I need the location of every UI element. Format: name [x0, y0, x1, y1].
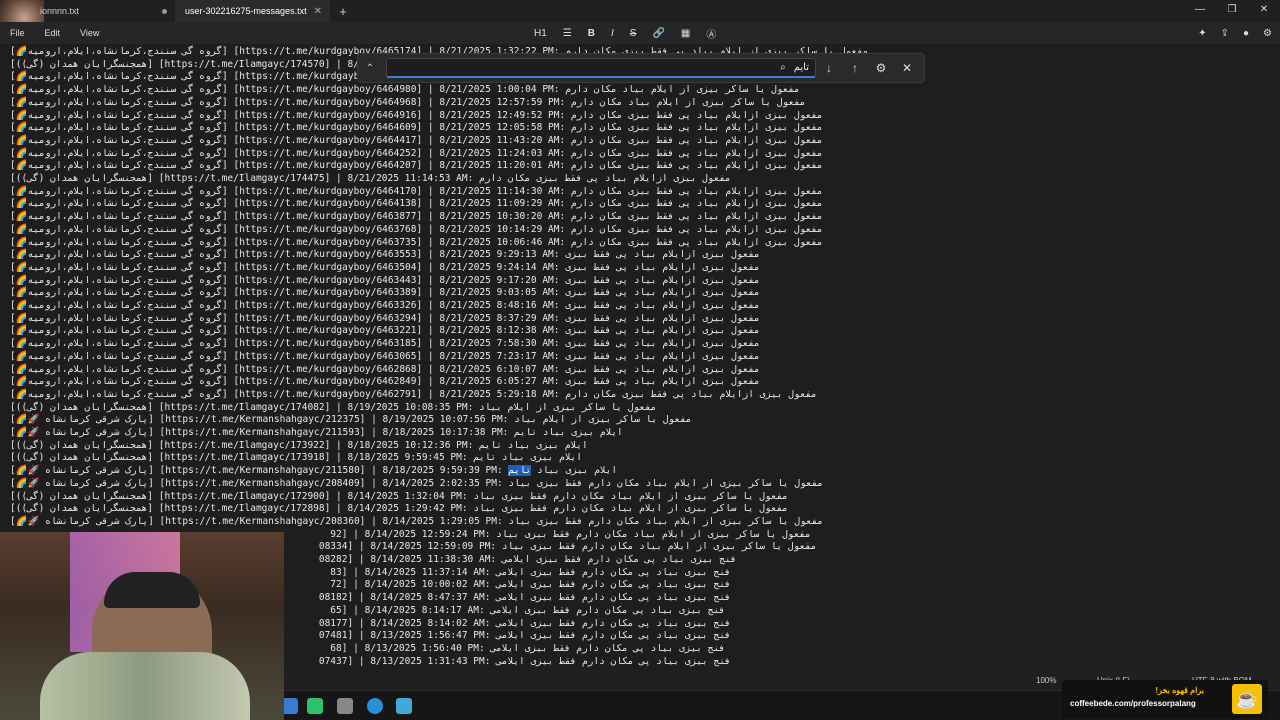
coffee-cup-icon: ☕	[1232, 684, 1262, 714]
text-line: [🌈گروه گی سنندج،کرمانشاه،ایلام،ارومیه] […	[10, 350, 760, 362]
tab-label: user-302216275-messages.txt	[185, 6, 307, 16]
text-line: [🌈گروه گی سنندج،کرمانشاه،ایلام،ارومیه] […	[10, 160, 823, 172]
minimize-button[interactable]: —	[1184, 0, 1216, 22]
bold-button[interactable]: B	[584, 28, 599, 39]
text-line: [🌈گروه گی سنندج،کرمانشاه،ایلام،ارومیه] […	[10, 338, 760, 350]
text-line: [(همجنسگرایان همدان (گی)] [https://t.me/…	[10, 490, 788, 502]
text-line: [🌈🚀 پارک شرقی کرمانشاه] [https://t.me/Ke…	[10, 427, 623, 438]
text-line: [🌈گروه گی سنندج،کرمانشاه،ایلام،ارومیه] […	[10, 134, 823, 146]
text-line: [🌈🚀 پارک شرقی کرمانشاه] [https://t.me/Ke…	[10, 477, 823, 489]
new-tab-button[interactable]: +	[330, 4, 356, 19]
title-bar: ionnnn.txt user-302216275-messages.txt ✕…	[0, 0, 1280, 40]
menu-file[interactable]: File	[0, 28, 35, 38]
text-line: [(همجنسگرایان همدان (گی)] [https://t.me/…	[10, 58, 388, 70]
format-toolbar: H1 ☰ B I S 🔗 ▦ Ⓐ	[530, 22, 720, 44]
find-bar: ⌃ ⌕ تایم ↓ ↑ ⚙ ✕	[357, 53, 925, 83]
text-line: [🌈🚀 پارک شرقی کرمانشاه] [https://t.me/Ke…	[10, 414, 692, 426]
text-line: [(همجنسگرایان همدان (گی)] [https://t.me/…	[10, 401, 657, 413]
text-line: [🌈گروه گی سنندج،کرمانشاه،ایلام،ارومیه] […	[10, 287, 760, 299]
taskbar-telegram-icon[interactable]	[367, 698, 383, 714]
taskbar-app-icon[interactable]	[337, 698, 353, 714]
window-controls: — ❐ ✕	[1184, 0, 1280, 22]
italic-button[interactable]: I	[607, 28, 618, 39]
close-tab-icon[interactable]: ✕	[314, 6, 322, 17]
expand-replace-icon[interactable]: ⌃	[358, 63, 382, 74]
text-line: [🌈گروه گی سنندج،کرمانشاه،ایلام،ارومیه] […	[10, 363, 760, 375]
text-line: [(همجنسگرایان همدان (گی)] [https://t.me/…	[10, 452, 582, 464]
list-icon[interactable]: ☰	[559, 28, 576, 39]
text-line: [🌈گروه گی سنندج،کرمانشاه،ایلام،ارومیه] […	[10, 84, 800, 96]
text-line: [🌈گروه گی سنندج،کرمانشاه،ایلام،ارومیه] […	[10, 185, 823, 197]
tab-ionnnn[interactable]: ionnnn.txt	[0, 0, 175, 22]
heading-button[interactable]: H1	[530, 28, 551, 39]
coffee-promo: برام قهوه بخر! coffeebede.com/professorp…	[1062, 680, 1268, 718]
settings-icon[interactable]: ⚙	[1263, 28, 1272, 39]
find-close-button[interactable]: ✕	[894, 61, 920, 75]
taskbar-app-icon[interactable]	[307, 698, 323, 714]
text-line: [🌈گروه گی سنندج،کرمانشاه،ایلام،ارومیه] […	[10, 223, 823, 235]
tab-label: ionnnn.txt	[40, 6, 80, 16]
account-icon[interactable]: ●	[1243, 28, 1249, 39]
table-icon[interactable]: ▦	[677, 28, 694, 39]
text-line: [🌈🚀 پارک شرقی کرمانشاه] [https://t.me/Ke…	[10, 515, 823, 527]
cap	[104, 572, 200, 608]
menu-view[interactable]: View	[70, 28, 109, 38]
find-input[interactable]: ⌕ تایم	[386, 58, 816, 78]
clear-format-icon[interactable]: Ⓐ	[702, 26, 720, 41]
promo-url: coffeebede.com/professorpalang	[1070, 699, 1196, 708]
text-line: [🌈گروه گی سنندج،کرمانشاه،ایلام،ارومیه] […	[10, 300, 760, 311]
share-icon[interactable]: ⇪	[1221, 28, 1229, 39]
text-line: [🌈گروه گی سنندج،کرمانشاه،ایلام،ارومیه] […	[10, 388, 817, 400]
text-line: [🌈گروه گی سنندج،کرمانشاه،ایلام،ارومیه] […	[10, 325, 760, 337]
strikethrough-button[interactable]: S	[626, 28, 641, 39]
zoom-level[interactable]: 100%	[1036, 676, 1056, 685]
taskbar-app-icon[interactable]	[282, 698, 298, 714]
find-previous-button[interactable]: ↑	[842, 61, 868, 75]
text-line: [🌈گروه گی سنندج،کرمانشاه،ایلام،ارومیه] […	[10, 96, 806, 108]
text-line: [🌈گروه گی سنندج،کرمانشاه،ایلام،ارومیه] […	[10, 274, 760, 286]
webcam-overlay	[0, 532, 284, 720]
tab-messages[interactable]: user-302216275-messages.txt ✕	[175, 0, 330, 22]
right-toolbar: ✦ ⇪ ● ⚙	[1198, 22, 1272, 44]
search-match-highlight: تایم	[508, 465, 532, 477]
text-line: [🌈گروه گی سنندج،کرمانشاه،ایلام،ارومیه] […	[10, 376, 760, 388]
text-line: [🌈گروه گی سنندج،کرمانشاه،ایلام،ارومیه] […	[10, 236, 823, 248]
close-window-button[interactable]: ✕	[1248, 0, 1280, 22]
text-line: [🌈گروه گی سنندج،کرمانشاه،ایلام،ارومیه] […	[10, 211, 823, 223]
text-line: [(همجنسگرایان همدان (گی)] [https://t.me/…	[10, 503, 788, 515]
text-line: [🌈گروه گی سنندج،کرمانشاه،ایلام،ارومیه] […	[10, 261, 760, 273]
text-line: [🌈گروه گی سنندج،کرمانشاه،ایلام،ارومیه] […	[10, 249, 760, 261]
text-line: [(همجنسگرایان همدان (گی)] [https://t.me/…	[10, 173, 731, 184]
shirt	[40, 652, 250, 720]
text-line: [🌈گروه گی سنندج،کرمانشاه،ایلام،ارومیه] […	[10, 122, 823, 134]
text-line: [🌈گروه گی سنندج،کرمانشاه،ایلام،ارومیه] […	[10, 198, 823, 210]
text-line: [(همجنسگرایان همدان (گی)] [https://t.me/…	[10, 439, 588, 451]
link-icon[interactable]: 🔗	[648, 28, 668, 39]
promo-title: برام قهوه بخر!	[1155, 686, 1204, 695]
menu-edit[interactable]: Edit	[35, 28, 71, 38]
text-line: [🌈🚀 پارک شرقی کرمانشاه] [https://t.me/Ke…	[10, 465, 618, 477]
copilot-icon[interactable]: ✦	[1198, 28, 1206, 39]
find-query: تایم	[793, 62, 809, 73]
find-next-button[interactable]: ↓	[816, 61, 842, 75]
text-line: [🌈گروه گی سنندج،کرمانشاه،ایلام،ارومیه] […	[10, 312, 760, 324]
text-line: [🌈گروه گی سنندج،کرمانشاه،ایلام،ارومیه] […	[10, 109, 823, 121]
find-search-icon: ⌕	[780, 62, 786, 73]
maximize-button[interactable]: ❐	[1216, 0, 1248, 22]
taskbar-notepad-icon[interactable]	[396, 698, 412, 714]
find-options-icon[interactable]: ⚙	[868, 61, 894, 75]
unsaved-dot-icon	[162, 8, 167, 14]
text-line: [🌈گروه گی سنندج،کرمانشاه،ایلام،ارومیه] […	[10, 147, 823, 159]
